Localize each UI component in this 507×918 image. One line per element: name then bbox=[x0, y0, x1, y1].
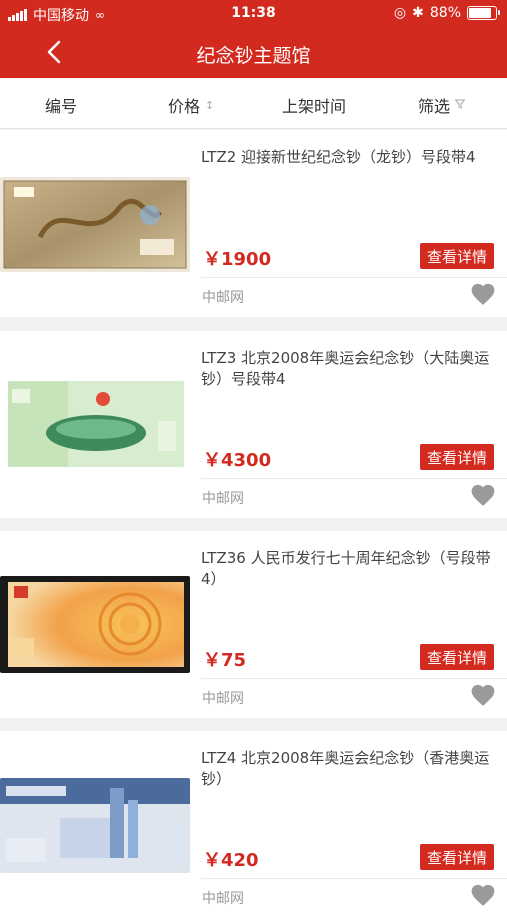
view-details-button[interactable]: 查看详情 bbox=[420, 844, 494, 870]
heart-icon[interactable] bbox=[470, 483, 496, 507]
filter-button[interactable]: 筛选 bbox=[418, 93, 466, 117]
item-title: LTZ3 北京2008年奥运会纪念钞（大陆奥运钞）号段带4 bbox=[201, 349, 490, 388]
banknote-image bbox=[0, 576, 190, 673]
sort-arrows-icon: ↕ bbox=[205, 98, 215, 112]
item-price: ￥4300 bbox=[203, 450, 272, 471]
sort-price-label: 价格 bbox=[168, 97, 201, 116]
battery-percent: 88% bbox=[429, 5, 461, 21]
item-title: LTZ2 迎接新世纪纪念钞（龙钞）号段带4 bbox=[201, 148, 476, 166]
nav-bar: 纪念钞主题馆 bbox=[0, 28, 507, 78]
divider bbox=[201, 878, 507, 879]
item-source: 中邮网 bbox=[202, 491, 244, 507]
sort-by-listed-time[interactable]: 上架时间 bbox=[282, 93, 346, 117]
heart-icon[interactable] bbox=[470, 683, 496, 707]
divider bbox=[201, 478, 507, 479]
status-right: ◎ ✱ 88% bbox=[393, 5, 500, 21]
item-source: 中邮网 bbox=[202, 691, 244, 707]
view-details-button[interactable]: 查看详情 bbox=[420, 444, 494, 470]
list-item[interactable]: LTZ4 北京2008年奥运会纪念钞（香港奥运钞） ￥420 查看详情 中邮网 bbox=[0, 731, 507, 918]
item-title: LTZ4 北京2008年奥运会纪念钞（香港奥运钞） bbox=[201, 749, 490, 788]
page-title: 纪念钞主题馆 bbox=[196, 45, 311, 67]
list-item[interactable]: LTZ2 迎接新世纪纪念钞（龙钞）号段带4 ￥1900 查看详情 中邮网 bbox=[0, 130, 507, 317]
filter-funnel-icon bbox=[454, 99, 466, 112]
status-bar: 中国移动 ∞ 11:38 ◎ ✱ 88% bbox=[0, 0, 507, 28]
banknote-image bbox=[0, 177, 190, 272]
divider bbox=[201, 678, 507, 679]
banknote-image bbox=[0, 778, 190, 873]
list-item[interactable]: LTZ36 人民币发行七十周年纪念钞（号段带4） ￥75 查看详情 中邮网 bbox=[0, 531, 507, 718]
view-details-button[interactable]: 查看详情 bbox=[420, 243, 494, 269]
item-source: 中邮网 bbox=[202, 290, 244, 306]
sort-by-price[interactable]: 价格 ↕ bbox=[168, 93, 214, 117]
sort-time-label: 上架时间 bbox=[282, 97, 347, 116]
list-item[interactable]: LTZ3 北京2008年奥运会纪念钞（大陆奥运钞）号段带4 ￥4300 查看详情… bbox=[0, 331, 507, 518]
heart-icon[interactable] bbox=[470, 883, 496, 907]
item-price: ￥75 bbox=[203, 650, 247, 671]
filter-label: 筛选 bbox=[418, 97, 451, 116]
sort-by-number[interactable]: 编号 bbox=[45, 93, 77, 117]
item-title: LTZ36 人民币发行七十周年纪念钞（号段带4） bbox=[201, 549, 491, 588]
view-details-button[interactable]: 查看详情 bbox=[420, 644, 494, 670]
filter-bar: 编号 价格 ↕ 上架时间 筛选 bbox=[0, 78, 507, 129]
sort-number-label: 编号 bbox=[45, 97, 78, 116]
item-price: ￥420 bbox=[203, 850, 259, 871]
bluetooth-icon: ✱ bbox=[412, 5, 424, 21]
item-price: ￥1900 bbox=[203, 249, 272, 270]
divider bbox=[201, 277, 507, 278]
rotation-lock-icon: ◎ bbox=[393, 5, 407, 21]
banknote-image bbox=[8, 381, 184, 467]
item-source: 中邮网 bbox=[202, 891, 244, 907]
heart-icon[interactable] bbox=[470, 282, 496, 306]
battery-icon bbox=[467, 6, 500, 20]
